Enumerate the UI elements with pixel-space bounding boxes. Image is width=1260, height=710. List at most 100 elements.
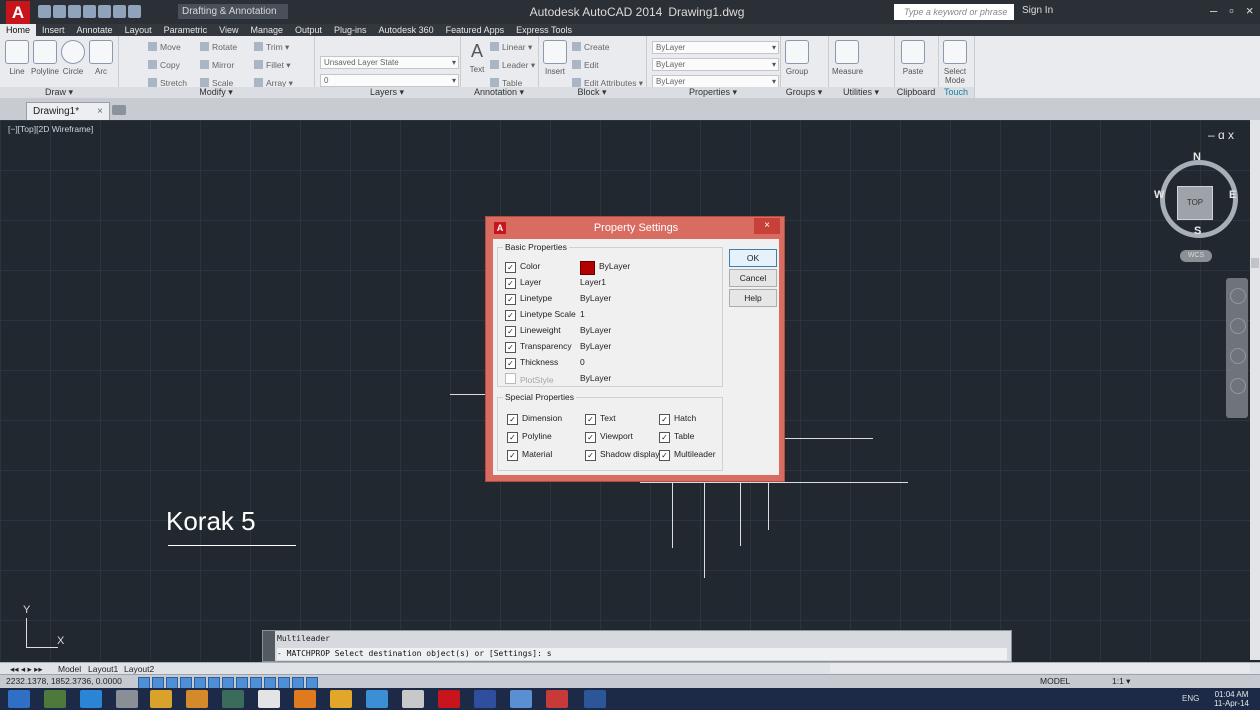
cancel-button[interactable]: Cancel	[729, 269, 777, 287]
tab-output[interactable]: Output	[289, 24, 328, 36]
viewport-checkbox[interactable]: ✓ Viewport	[585, 431, 633, 443]
annotation-panel-title[interactable]: Annotation ▾	[460, 87, 538, 98]
layer-checkbox[interactable]: ✓ Layer	[505, 277, 541, 289]
tab-manage[interactable]: Manage	[244, 24, 289, 36]
groups-panel-title[interactable]: Groups ▾	[780, 87, 828, 98]
close-icon[interactable]: ×	[1246, 3, 1254, 18]
internet-explorer-icon[interactable]	[80, 690, 102, 708]
vertical-scrollbar[interactable]	[1250, 120, 1260, 660]
edit-block-button[interactable]: Edit	[572, 60, 599, 70]
group-button[interactable]: Group	[782, 40, 812, 76]
linetype-checkbox[interactable]: ✓ Linetype	[505, 293, 552, 305]
fillet-button[interactable]: Fillet ▾	[254, 60, 291, 71]
tab-featured-apps[interactable]: Featured Apps	[440, 24, 511, 36]
viewcube-north[interactable]: N	[1193, 151, 1201, 163]
table-checkbox[interactable]: ✓ Table	[659, 431, 694, 443]
mirror-button[interactable]: Mirror	[200, 60, 234, 70]
taskbar-app-icon[interactable]	[366, 690, 388, 708]
language-indicator[interactable]: ENG	[1182, 694, 1199, 703]
dimension-checkbox[interactable]: ✓ Dimension	[507, 413, 562, 425]
restore-icon[interactable]: ▫	[1229, 3, 1234, 18]
clock[interactable]: 01:04 AM 11-Apr-14	[1214, 690, 1249, 708]
drawing-text[interactable]: Korak 5	[166, 506, 256, 537]
layers-panel-title[interactable]: Layers ▾	[314, 87, 460, 98]
linetype-scale-checkbox[interactable]: ✓ Linetype Scale	[505, 309, 576, 321]
command-line-handle[interactable]	[263, 631, 275, 661]
workspace-select[interactable]: Drafting & Annotation	[178, 4, 288, 19]
tab-express-tools[interactable]: Express Tools	[510, 24, 578, 36]
undo-icon[interactable]	[113, 5, 126, 18]
new-tab-icon[interactable]	[112, 105, 126, 115]
measure-button[interactable]: Measure	[832, 40, 863, 76]
annotation-scale[interactable]: 1:1 ▾	[1112, 676, 1130, 687]
taskbar-app-icon[interactable]	[222, 690, 244, 708]
horizontal-scrollbar[interactable]	[830, 663, 1250, 673]
text-checkbox[interactable]: ✓ Text	[585, 413, 616, 425]
start-icon[interactable]	[8, 690, 30, 708]
new-icon[interactable]	[38, 5, 51, 18]
touch-panel-title[interactable]: Touch	[938, 87, 974, 98]
tab-parametric[interactable]: Parametric	[158, 24, 214, 36]
chrome-icon[interactable]	[330, 690, 352, 708]
sign-in-button[interactable]: Sign In	[1022, 5, 1053, 16]
scrollbar-thumb[interactable]	[1251, 258, 1259, 268]
polyline-button[interactable]: Polyline	[30, 40, 60, 76]
create-block-button[interactable]: Create	[572, 42, 610, 52]
hatch-checkbox[interactable]: ✓ Hatch	[659, 413, 696, 425]
circle-button[interactable]: Circle	[58, 40, 88, 76]
media-player-icon[interactable]	[186, 690, 208, 708]
close-tab-icon[interactable]: ×	[97, 103, 103, 120]
lineweight-checkbox[interactable]: ✓ Lineweight	[505, 325, 561, 337]
tab-layout[interactable]: Layout	[119, 24, 158, 36]
shadow-display-checkbox[interactable]: ✓ Shadow display	[585, 449, 660, 461]
taskbar-app-icon[interactable]	[510, 690, 532, 708]
save-icon[interactable]	[68, 5, 81, 18]
taskbar-app-icon[interactable]	[116, 690, 138, 708]
transparency-checkbox[interactable]: ✓ Transparency	[505, 341, 572, 353]
properties-panel-title[interactable]: Properties ▾	[646, 87, 780, 98]
dialog-close-button[interactable]: ×	[754, 218, 780, 234]
color-select[interactable]: ByLayer	[652, 41, 779, 54]
viewcube-east[interactable]: E	[1229, 189, 1236, 201]
file-explorer-icon[interactable]	[150, 690, 172, 708]
modify-panel-title[interactable]: Modify ▾	[118, 87, 314, 98]
color-checkbox[interactable]: ✓ Color	[505, 261, 540, 273]
layer-state-select[interactable]: Unsaved Layer State	[320, 56, 459, 69]
print-icon[interactable]	[98, 5, 111, 18]
minimize-icon[interactable]: –	[1210, 3, 1217, 18]
leader-button[interactable]: Leader ▾	[490, 60, 535, 71]
ok-button[interactable]: OK	[729, 249, 777, 267]
tab-insert[interactable]: Insert	[36, 24, 71, 36]
thickness-checkbox[interactable]: ✓ Thickness	[505, 357, 558, 369]
save-as-icon[interactable]	[83, 5, 96, 18]
taskbar-app-icon[interactable]	[402, 690, 424, 708]
move-button[interactable]: Move	[148, 42, 181, 52]
insert-button[interactable]: Insert	[540, 40, 570, 76]
viewport-window-controls[interactable]: – ɑ x	[1208, 128, 1234, 142]
copy-button[interactable]: Copy	[148, 60, 180, 70]
steering-wheel-icon[interactable]	[1230, 288, 1246, 304]
orbit-icon[interactable]	[1230, 378, 1246, 394]
tab-view[interactable]: View	[213, 24, 244, 36]
arc-button[interactable]: Arc	[86, 40, 116, 76]
autocad-taskbar-icon[interactable]	[438, 690, 460, 708]
pan-icon[interactable]	[1230, 318, 1246, 334]
layer-select[interactable]: 0	[320, 74, 459, 87]
text-button[interactable]: A Text	[462, 40, 492, 74]
tab-autodesk-360[interactable]: Autodesk 360	[373, 24, 440, 36]
cursor-coordinates[interactable]: 2232.1378, 1852.3736, 0.0000	[6, 676, 122, 686]
multileader-checkbox[interactable]: ✓ Multileader	[659, 449, 716, 461]
open-icon[interactable]	[53, 5, 66, 18]
tab-home[interactable]: Home	[0, 24, 37, 36]
viewcube-top-face[interactable]: TOP	[1177, 186, 1213, 220]
zoom-icon[interactable]	[1230, 348, 1246, 364]
trim-button[interactable]: Trim ▾	[254, 42, 289, 53]
viewport-controls-label[interactable]: [−][Top][2D Wireframe]	[8, 124, 93, 134]
clipboard-panel-title[interactable]: Clipboard	[894, 87, 938, 98]
select-mode-button[interactable]: Select Mode	[940, 40, 970, 85]
taskbar-app-icon[interactable]	[474, 690, 496, 708]
paste-button[interactable]: Paste	[898, 40, 928, 76]
word-icon[interactable]	[584, 690, 606, 708]
viewcube-west[interactable]: W	[1154, 189, 1164, 201]
model-space-toggle[interactable]: MODEL	[1040, 676, 1070, 686]
